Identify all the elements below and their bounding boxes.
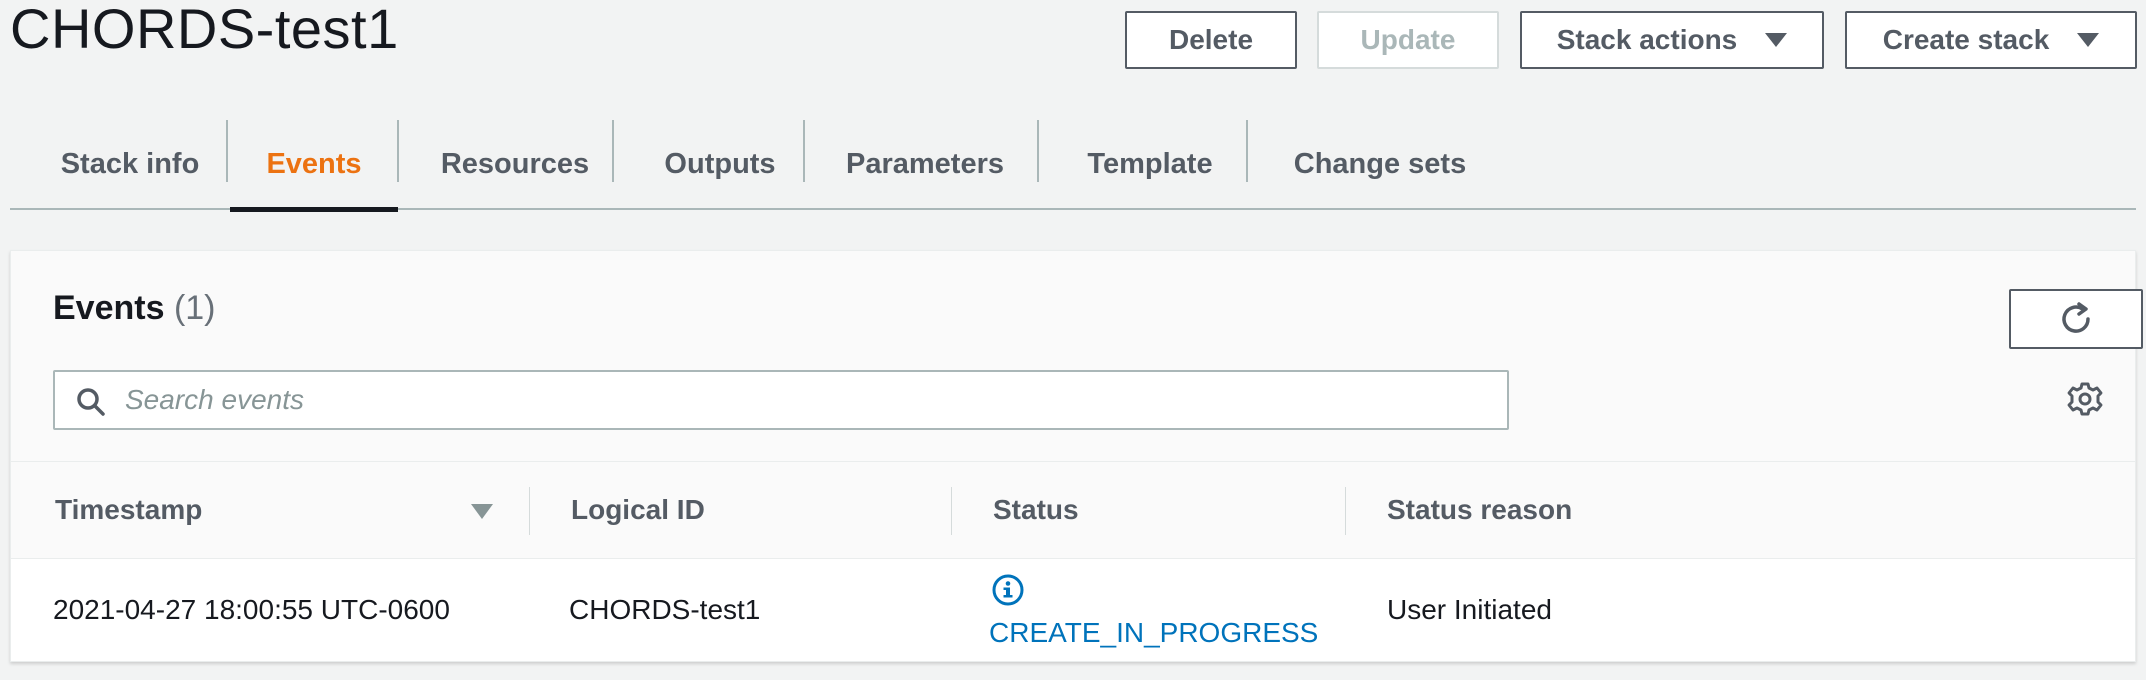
events-heading: Events (1) [53, 289, 216, 328]
update-button[interactable]: Update [1317, 11, 1499, 69]
tab-divider [397, 120, 399, 182]
tab-label: Parameters [846, 147, 1004, 180]
tab-divider [612, 120, 614, 182]
delete-button-label: Delete [1168, 24, 1254, 55]
column-divider[interactable] [529, 487, 530, 535]
refresh-icon [2062, 302, 2090, 333]
tab-resources[interactable]: Resources [420, 118, 610, 210]
tab-label: Resources [440, 147, 590, 180]
caret-down-icon [2077, 33, 2100, 47]
create-stack-label: Create stack [1882, 24, 2050, 55]
tab-divider [226, 120, 228, 182]
events-count: (1) [173, 289, 216, 327]
caret-down-icon [1765, 33, 1788, 47]
cell-status-reason: User Initiated [1387, 594, 1552, 625]
tab-divider [1037, 120, 1039, 182]
create-stack-button[interactable]: Create stack [1845, 11, 2137, 69]
gear-icon[interactable] [2066, 380, 2104, 418]
events-panel: Events (1) Timestamp Logical ID [10, 250, 2143, 662]
column-header-label: Logical ID [571, 494, 705, 525]
tab-label: Outputs [664, 147, 776, 180]
stack-tabs: Stack info Events Resources Outputs Para… [10, 118, 2136, 212]
events-table-header: Timestamp Logical ID Status Status reaso… [11, 461, 2135, 559]
tab-events[interactable]: Events [230, 118, 398, 212]
page-title: CHORDS-test1 [10, 0, 399, 60]
column-divider[interactable] [951, 487, 952, 535]
refresh-button[interactable] [2009, 289, 2143, 349]
delete-button[interactable]: Delete [1125, 11, 1297, 69]
search-icon [77, 388, 105, 416]
tab-label: Stack info [60, 147, 200, 180]
cell-timestamp: 2021-04-27 18:00:55 UTC-0600 [53, 594, 450, 625]
stack-actions-label: Stack actions [1556, 24, 1738, 55]
tab-divider [1246, 120, 1248, 182]
info-circle-icon [992, 574, 1024, 606]
search-input[interactable] [123, 374, 1493, 426]
tab-label: Change sets [1293, 147, 1467, 180]
events-title: Events [53, 289, 165, 327]
column-header-status[interactable]: Status [993, 462, 1079, 558]
tab-stack-info[interactable]: Stack info [40, 118, 220, 210]
search-box [53, 370, 1509, 430]
tab-change-sets[interactable]: Change sets [1270, 118, 1490, 210]
stack-actions-button[interactable]: Stack actions [1520, 11, 1824, 69]
table-row: 2021-04-27 18:00:55 UTC-0600 CHORDS-test… [11, 559, 2135, 661]
column-header-label: Timestamp [55, 494, 203, 525]
column-header-status-reason[interactable]: Status reason [1387, 462, 1572, 558]
column-header-label: Status reason [1387, 494, 1573, 525]
column-divider[interactable] [1345, 487, 1346, 535]
update-button-label: Update [1360, 24, 1456, 55]
tab-label: Template [1087, 147, 1213, 180]
tab-template[interactable]: Template [1060, 118, 1240, 210]
tab-divider [803, 120, 805, 182]
column-header-label: Status [993, 494, 1079, 525]
tab-parameters[interactable]: Parameters [825, 118, 1025, 210]
column-header-logical-id[interactable]: Logical ID [571, 462, 705, 558]
tab-label: Events [266, 147, 362, 180]
status-text: CREATE_IN_PROGRESS [989, 617, 1319, 648]
tab-outputs[interactable]: Outputs [640, 118, 800, 210]
cell-logical-id: CHORDS-test1 [569, 594, 761, 625]
column-header-timestamp[interactable]: Timestamp [55, 462, 202, 558]
sort-descending-icon[interactable] [471, 504, 493, 519]
